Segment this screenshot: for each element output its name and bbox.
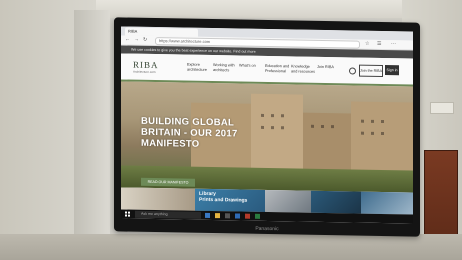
forward-icon[interactable]: → bbox=[134, 37, 139, 43]
nav-item-education[interactable]: Education and Professional bbox=[265, 64, 291, 74]
wall-plate bbox=[430, 102, 454, 114]
card-title-line: Prints and Drawings bbox=[199, 196, 248, 204]
taskbar-search[interactable]: Ask me anything bbox=[135, 210, 201, 219]
feature-card-architecture[interactable] bbox=[265, 189, 311, 213]
powerpoint-icon[interactable] bbox=[245, 213, 250, 219]
wall-base bbox=[0, 234, 462, 260]
windows-start-icon[interactable] bbox=[125, 211, 130, 217]
star-icon[interactable]: ☆ bbox=[365, 41, 369, 47]
hero-title-line: MANIFESTO bbox=[141, 137, 200, 150]
nav-item-explore[interactable]: Explore architecture bbox=[187, 63, 213, 73]
monitor-brand: Panasonic bbox=[255, 225, 279, 233]
store-icon[interactable] bbox=[225, 213, 230, 219]
wall-pillar bbox=[74, 10, 110, 250]
word-icon[interactable] bbox=[235, 213, 240, 219]
hero-banner: BUILDING GLOBAL BRITAIN - OUR 2017 MANIF… bbox=[121, 81, 413, 193]
excel-icon[interactable] bbox=[255, 213, 260, 219]
refresh-icon[interactable]: ↻ bbox=[143, 37, 147, 43]
nav-item-working[interactable]: Working with architects bbox=[213, 63, 239, 73]
monitor-screen: RIBA ← → ↻ https://www.architecture.com … bbox=[121, 26, 413, 224]
nav-item-knowledge[interactable]: Knowledge and resources bbox=[291, 64, 317, 74]
sign-in-button[interactable]: Sign in bbox=[385, 65, 399, 76]
feature-card-portrait[interactable] bbox=[121, 187, 195, 211]
feature-card-glass[interactable] bbox=[311, 190, 361, 214]
back-icon[interactable]: ← bbox=[125, 37, 130, 43]
wall-monitor: RIBA ← → ↻ https://www.architecture.com … bbox=[114, 17, 420, 237]
nav-item-join[interactable]: Join RIBA bbox=[317, 65, 343, 70]
photo-scene: RIBA ← → ↻ https://www.architecture.com … bbox=[0, 0, 462, 260]
hero-title: BUILDING GLOBAL BRITAIN - OUR 2017 MANIF… bbox=[141, 116, 238, 151]
feature-card-blue[interactable] bbox=[361, 191, 413, 215]
feature-card-library[interactable]: Library Prints and Drawings bbox=[195, 188, 265, 212]
nav-item-whats-on[interactable]: What's on bbox=[239, 64, 265, 69]
join-button[interactable]: Join the RIBA bbox=[359, 64, 383, 78]
card-title: Library Prints and Drawings bbox=[199, 191, 248, 204]
hub-icon[interactable]: ☰ bbox=[377, 41, 381, 47]
manifesto-button[interactable]: READ OUR MANIFESTO bbox=[141, 177, 195, 187]
folder-icon[interactable] bbox=[215, 213, 220, 219]
site-logo-sub: Architecture.com bbox=[133, 69, 156, 75]
search-icon[interactable] bbox=[349, 67, 356, 75]
site-logo[interactable]: RIBA bbox=[133, 60, 159, 70]
more-icon[interactable]: ⋯ bbox=[391, 41, 396, 47]
edge-icon[interactable] bbox=[205, 212, 210, 219]
